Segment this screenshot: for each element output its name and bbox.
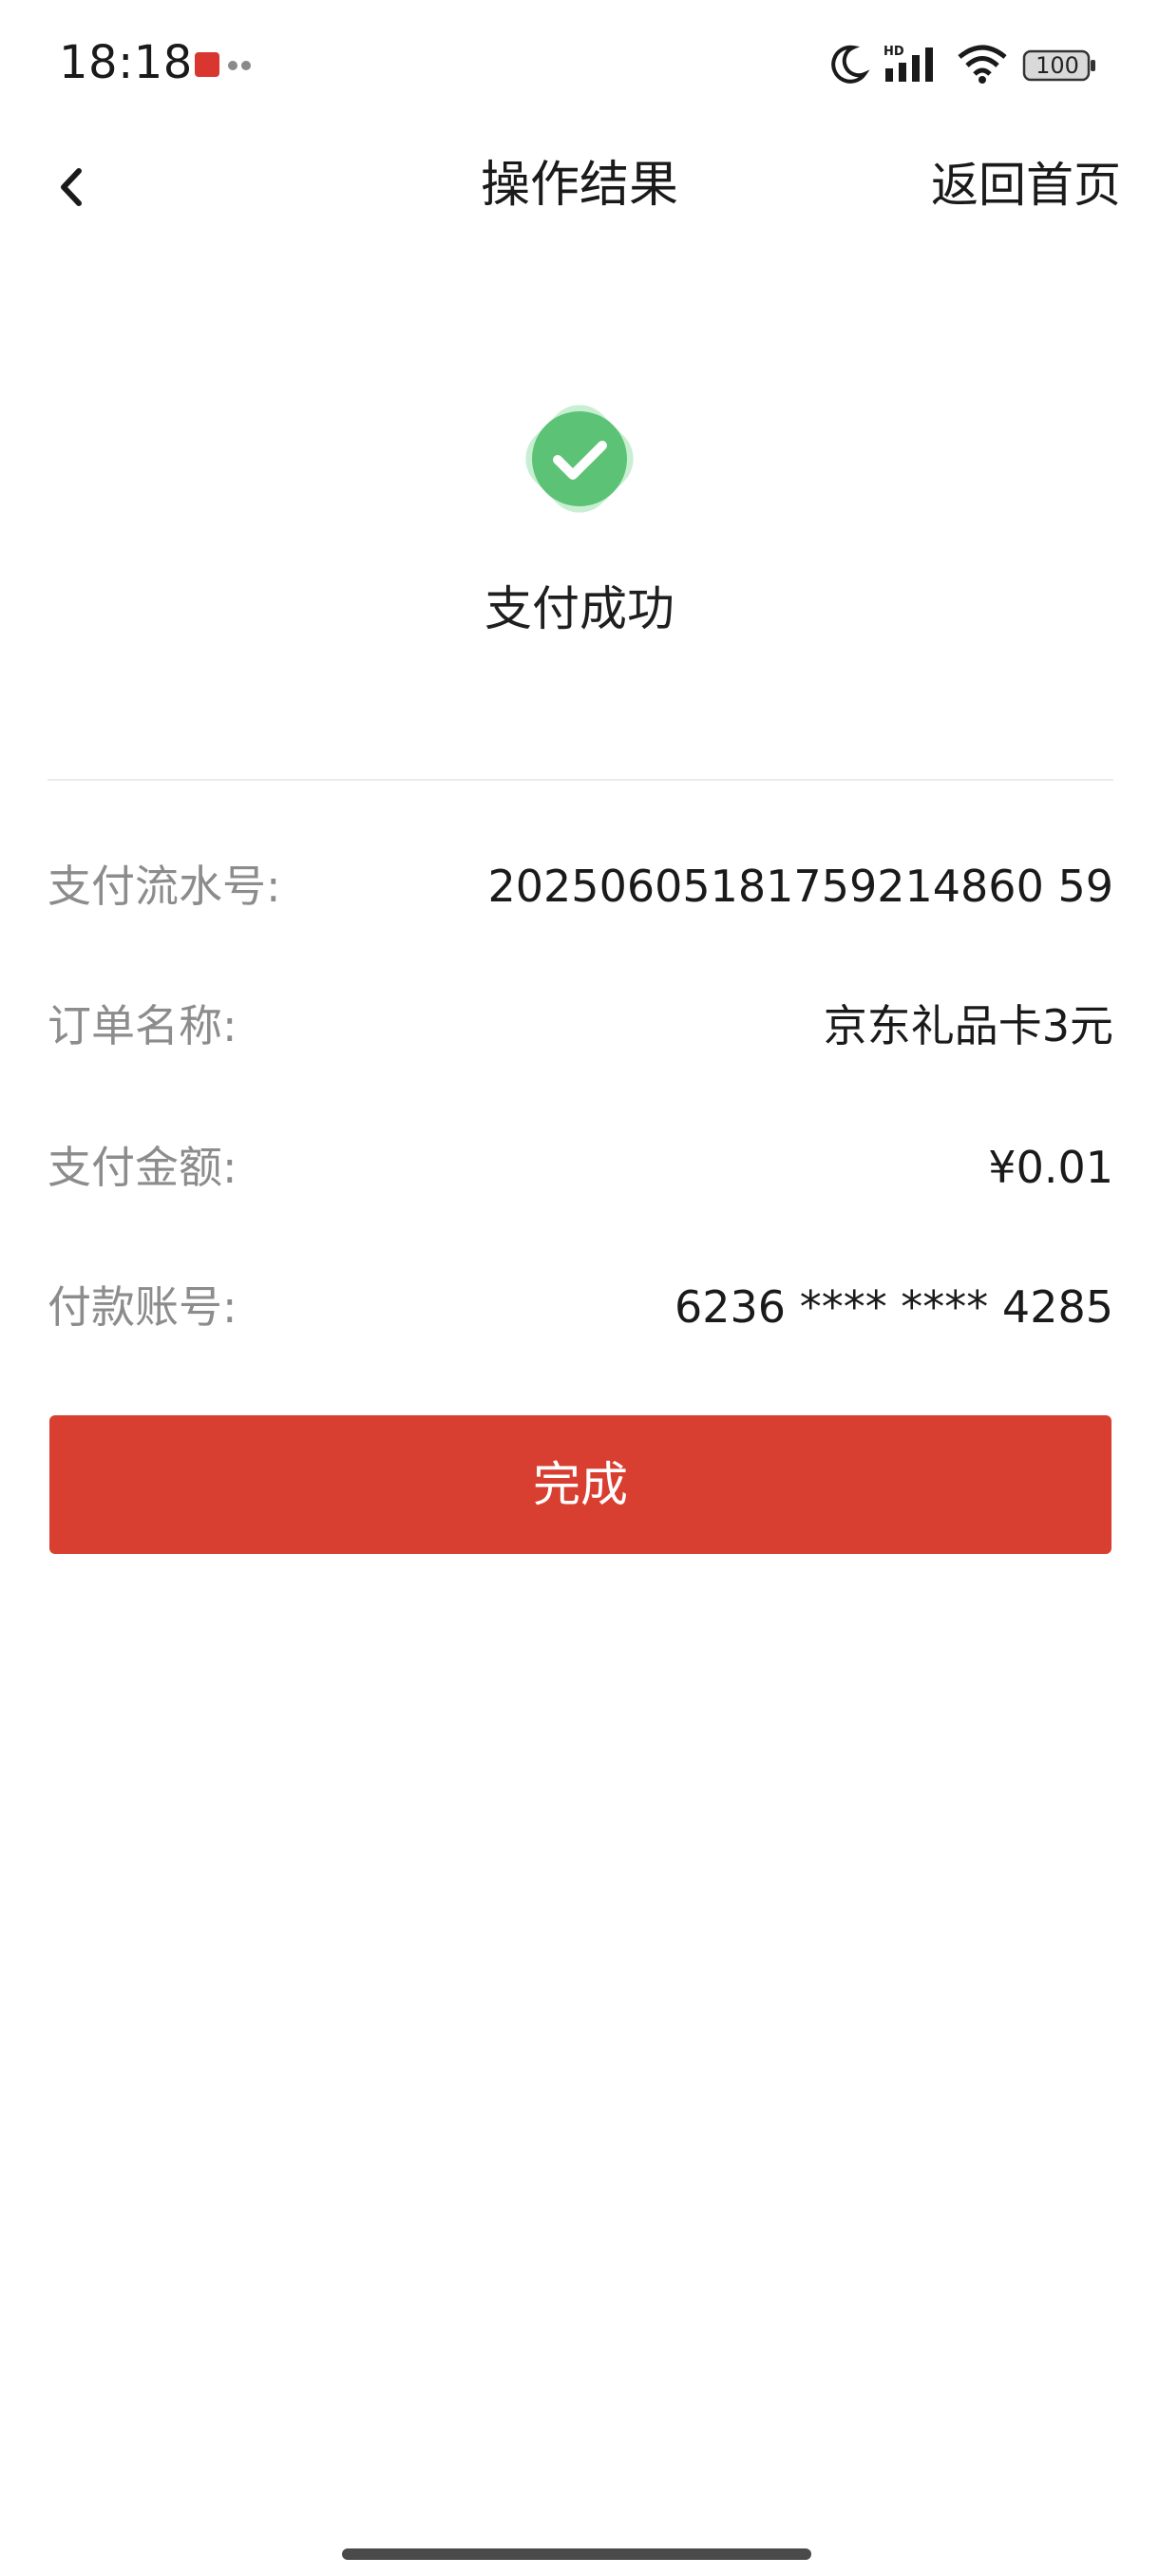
notification-app-icon <box>195 52 219 77</box>
detail-label: 付款账号: <box>48 1281 238 1333</box>
return-home-link[interactable]: 返回首页 <box>931 152 1121 218</box>
battery-level-text: 100 <box>1036 52 1079 79</box>
wifi-icon <box>958 45 1007 84</box>
detail-label: 订单名称: <box>48 1000 238 1051</box>
detail-row-order-name: 订单名称: 京东礼品卡3元 <box>48 988 1113 1064</box>
detail-row-account: 付款账号: 6236 **** **** 4285 <box>48 1269 1113 1345</box>
detail-label: 支付流水号: <box>48 861 281 912</box>
detail-value: 20250605181759214860 59 <box>487 861 1114 912</box>
result-message: 支付成功 <box>484 581 674 636</box>
detail-value: ¥0.01 <box>988 1142 1113 1193</box>
notification-dot-icon <box>228 61 238 70</box>
home-indicator[interactable] <box>342 2548 811 2560</box>
navigation-bar: 操作结果 返回首页 <box>0 133 1159 237</box>
done-button[interactable]: 完成 <box>49 1415 1112 1554</box>
detail-value: 京东礼品卡3元 <box>823 1000 1113 1051</box>
payment-result-screen: 18:18 HD 100 操作结果 返回首页 支付成功 支付流水号: 20250… <box>0 0 1159 2576</box>
detail-label: 支付金额: <box>48 1142 238 1193</box>
divider <box>48 779 1113 781</box>
svg-text:HD: HD <box>884 45 904 59</box>
detail-value: 6236 **** **** 4285 <box>674 1281 1113 1333</box>
detail-row-serial-number: 支付流水号: 20250605181759214860 59 <box>48 848 1113 924</box>
moon-icon <box>831 45 870 84</box>
notification-dot-icon <box>241 61 251 70</box>
signal-icon: HD <box>884 45 933 82</box>
detail-row-amount: 支付金额: ¥0.01 <box>48 1129 1113 1205</box>
status-bar: 18:18 HD 100 <box>0 0 1159 133</box>
success-check-icon <box>525 405 634 513</box>
status-time: 18:18 <box>59 36 193 89</box>
